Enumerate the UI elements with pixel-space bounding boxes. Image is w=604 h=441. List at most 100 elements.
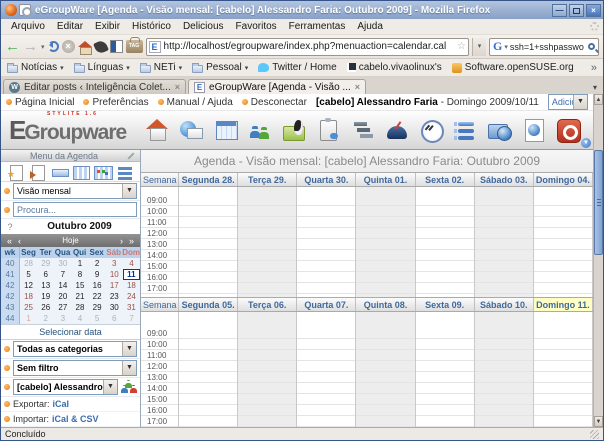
bookmark-item[interactable]: Twitter / Home (258, 62, 336, 73)
calendar-hour-cell[interactable] (179, 272, 237, 283)
calendar-hour-cell[interactable] (416, 239, 474, 250)
calendar-hour-cell[interactable] (416, 328, 474, 339)
calendar-hour-cell[interactable] (238, 195, 296, 206)
calendar-hour-cell[interactable] (534, 261, 592, 272)
allday-cell[interactable] (297, 187, 355, 195)
calendar-hour-cell[interactable] (238, 261, 296, 272)
week-column-header[interactable]: Semana (141, 173, 179, 186)
chevron-down-icon[interactable]: ▼ (103, 380, 117, 394)
calendar-hour-cell[interactable] (179, 217, 237, 228)
minical-day[interactable]: 21 (71, 291, 88, 302)
minical-day[interactable]: 29 (37, 258, 54, 269)
import-ical-csv-link[interactable]: iCal & CSV (52, 414, 99, 424)
new-event-icon[interactable] (7, 163, 25, 181)
calendar-hour-cell[interactable] (297, 350, 355, 361)
calendar-hour-cell[interactable] (297, 217, 355, 228)
calendar-hour-cell[interactable] (475, 261, 533, 272)
search-input[interactable] (13, 202, 137, 217)
minical-day[interactable]: 20 (54, 291, 71, 302)
bookmarks-overflow-chevron[interactable]: » (591, 62, 597, 74)
bookmark-item[interactable]: cabelo.vivaolinux's (347, 62, 442, 73)
minical-day[interactable]: 18 (20, 291, 37, 302)
calendar-hour-cell[interactable] (475, 350, 533, 361)
calendar-hour-cell[interactable] (475, 272, 533, 283)
calendar-hour-cell[interactable] (416, 228, 474, 239)
chevron-down-icon[interactable]: ▼ (122, 361, 136, 375)
calendar-hour-cell[interactable] (179, 239, 237, 250)
calendar-hour-cell[interactable] (534, 195, 592, 206)
day-column-header[interactable]: Sexta 09. (416, 298, 475, 311)
calendar-hour-cell[interactable] (416, 416, 474, 427)
minical-day[interactable]: 2 (89, 258, 106, 269)
filter-select[interactable]: Sem filtro ▼ (13, 360, 137, 376)
allday-cell[interactable] (179, 187, 237, 195)
scrollbar-thumb[interactable] (594, 150, 603, 255)
minical-day[interactable]: 14 (54, 280, 71, 291)
minical-day[interactable]: 15 (71, 280, 88, 291)
calendar-hour-cell[interactable] (297, 361, 355, 372)
calendar-hour-cell[interactable] (416, 339, 474, 350)
next-year-button[interactable]: » (126, 236, 137, 246)
allday-cell[interactable] (356, 187, 414, 195)
timesheet-icon[interactable] (418, 117, 444, 143)
calendar-hour-cell[interactable] (297, 328, 355, 339)
calendar-hour-cell[interactable] (356, 383, 414, 394)
calendar-hour-cell[interactable] (179, 416, 237, 427)
calendar-hour-cell[interactable] (179, 328, 237, 339)
filemanager-icon[interactable] (486, 117, 512, 143)
allday-cell[interactable] (416, 312, 474, 328)
search-box[interactable]: G ▾ (489, 38, 599, 56)
search-engine-dropdown-icon[interactable]: ▾ (504, 43, 508, 51)
calendar-hour-cell[interactable] (534, 217, 592, 228)
prev-year-button[interactable]: « (4, 236, 15, 246)
week-number[interactable]: 42 (1, 280, 20, 291)
calendar-hour-cell[interactable] (238, 328, 296, 339)
calendar-hour-cell[interactable] (534, 339, 592, 350)
calendar-hour-cell[interactable] (416, 383, 474, 394)
minical-day[interactable]: 28 (20, 258, 37, 269)
close-button[interactable]: × (586, 4, 601, 17)
calendar-hour-cell[interactable] (475, 206, 533, 217)
topnav-link[interactable]: Manual / Ajuda (158, 97, 233, 108)
menu-item[interactable]: Arquivo (5, 20, 51, 33)
calendar-hour-cell[interactable] (416, 206, 474, 217)
calendar-hour-cell[interactable] (475, 217, 533, 228)
calendar-hour-cell[interactable] (475, 394, 533, 405)
tab-close-icon[interactable]: × (175, 82, 180, 92)
web-search-input[interactable] (510, 42, 586, 52)
browser-tab[interactable]: EeGroupWare [Agenda - Visão ...× (188, 79, 366, 94)
tag-extension-icon[interactable]: TAG (126, 40, 143, 53)
calendar-hour-cell[interactable] (238, 206, 296, 217)
calendar-hour-cell[interactable] (238, 283, 296, 294)
allday-cell[interactable] (238, 312, 296, 328)
allday-cell[interactable] (475, 187, 533, 195)
vertical-scrollbar[interactable]: ▲ ▼ (593, 94, 603, 427)
calendar-hour-cell[interactable] (356, 339, 414, 350)
calendar-hour-cell[interactable] (416, 217, 474, 228)
forward-button[interactable]: → (23, 39, 38, 54)
minical-day[interactable]: 5 (20, 269, 37, 280)
calendar-hour-cell[interactable] (534, 372, 592, 383)
calendar-icon[interactable] (213, 117, 239, 143)
calendar-hour-cell[interactable] (238, 272, 296, 283)
minical-day[interactable]: 9 (89, 269, 106, 280)
calendar-hour-cell[interactable] (179, 383, 237, 394)
sidebar-menu-header[interactable]: Menu da Agenda (1, 150, 140, 162)
menu-item[interactable]: Exibir (89, 20, 126, 33)
calendar-hour-cell[interactable] (356, 239, 414, 250)
minical-day[interactable]: 17 (106, 280, 123, 291)
minical-day[interactable]: 1 (71, 258, 88, 269)
extension-panel-icon[interactable] (110, 40, 123, 53)
calendar-hour-cell[interactable] (416, 350, 474, 361)
goto-today-icon[interactable] (29, 163, 47, 181)
day-column-header[interactable]: Quinta 08. (356, 298, 415, 311)
back-button[interactable]: ← (5, 39, 20, 54)
calendar-hour-cell[interactable] (297, 239, 355, 250)
stop-button[interactable]: × (62, 40, 75, 53)
calendar-hour-cell[interactable] (534, 394, 592, 405)
minical-day[interactable]: 7 (123, 313, 140, 324)
calendar-hour-cell[interactable] (356, 361, 414, 372)
calendar-hour-cell[interactable] (238, 361, 296, 372)
today-button[interactable]: Hoje (24, 236, 117, 245)
day-column-header[interactable]: Sábado 10. (475, 298, 534, 311)
